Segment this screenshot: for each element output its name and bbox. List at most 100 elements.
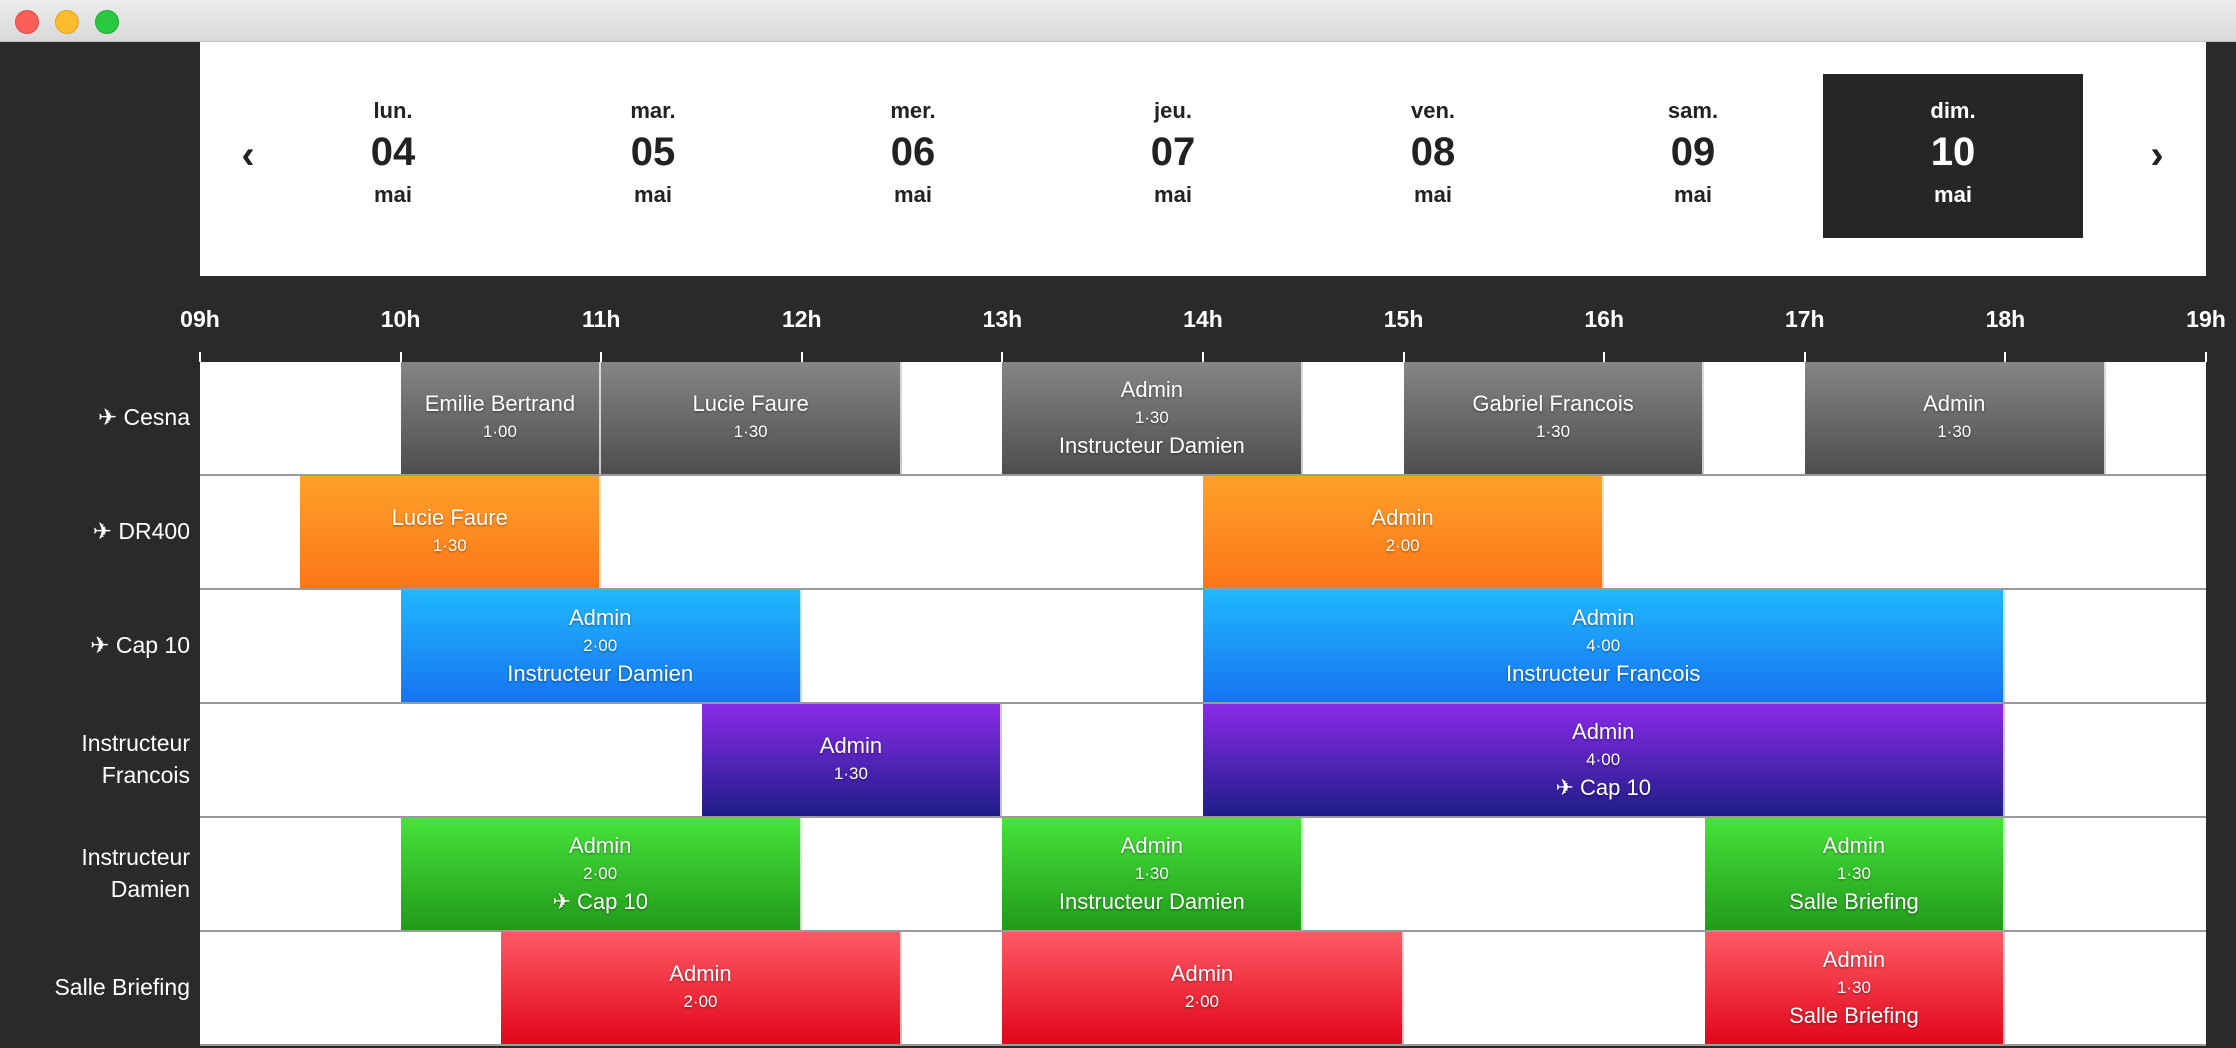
hour-label: 18h xyxy=(1985,306,2026,332)
event-duration: 1·30 xyxy=(833,764,868,783)
event-title: Admin xyxy=(669,961,732,986)
day-06[interactable]: mer. 06 mai xyxy=(783,74,1043,238)
event-duration: 2·00 xyxy=(583,864,618,883)
day-09[interactable]: sam. 09 mai xyxy=(1563,74,1823,238)
hour-tick xyxy=(800,352,803,362)
event-title: Admin xyxy=(1120,833,1184,858)
chevron-left-icon: ‹ xyxy=(241,133,255,177)
resource-label: Instructeur Damien xyxy=(81,844,190,902)
day-month: mai xyxy=(634,182,672,207)
event-duration: 4·00 xyxy=(1586,750,1621,769)
resource-label: ✈ Cap 10 xyxy=(90,632,190,658)
event-title: Admin xyxy=(1822,947,1886,972)
hour-label: 12h xyxy=(781,306,822,332)
event-duration: 1·30 xyxy=(1836,864,1871,883)
day-month: mai xyxy=(1934,182,1972,207)
event-title: Admin xyxy=(819,733,883,758)
event-title: Admin xyxy=(1923,391,1986,416)
booking-event[interactable]: Admin 4·00 ✈ Cap 10 xyxy=(1203,704,2006,816)
day-name: mer. xyxy=(890,98,936,123)
booking-event[interactable]: Admin 1·30 xyxy=(701,704,1003,816)
hour-label: 16h xyxy=(1584,306,1624,332)
hour-label: 09h xyxy=(180,306,220,332)
day-05[interactable]: mar. 05 mai xyxy=(523,74,783,238)
booking-event[interactable]: Lucie Faure 1·30 xyxy=(601,362,903,474)
hour-tick xyxy=(1803,352,1806,362)
hour-tick xyxy=(1001,352,1004,362)
hour-tick xyxy=(2004,352,2007,362)
event-duration: 2·00 xyxy=(1184,992,1219,1011)
maximize-window-button[interactable] xyxy=(95,10,119,34)
event-title: Lucie Faure xyxy=(391,505,508,530)
booking-event[interactable]: Admin 1·30 Instructeur Damien xyxy=(1002,362,1304,474)
event-title: Admin xyxy=(1170,961,1234,986)
day-10[interactable]: dim. 10 mai xyxy=(1823,74,2083,238)
day-month: mai xyxy=(1674,182,1712,207)
event-title: Emilie Bertrand xyxy=(424,391,576,416)
event-title: Admin xyxy=(569,605,632,630)
day-07[interactable]: jeu. 07 mai xyxy=(1043,74,1303,238)
minimize-window-button[interactable] xyxy=(55,10,79,34)
booking-event[interactable]: Admin 1·30 Salle Briefing xyxy=(1704,818,2006,930)
event-subtitle: Instructeur Damien xyxy=(1058,433,1245,458)
event-duration: 1·00 xyxy=(482,422,517,441)
day-08[interactable]: ven. 08 mai xyxy=(1303,74,1563,238)
hour-tick xyxy=(2205,352,2207,362)
day-number: 08 xyxy=(1410,130,1456,174)
booking-event[interactable]: Admin 2·00 xyxy=(1002,932,1404,1044)
event-title: Admin xyxy=(1572,605,1635,630)
booking-event[interactable]: Gabriel Francois 1·30 xyxy=(1403,362,1705,474)
event-title: Admin xyxy=(569,833,632,858)
close-window-button[interactable] xyxy=(15,10,39,34)
event-title: Admin xyxy=(1822,833,1886,858)
day-month: mai xyxy=(894,182,932,207)
event-title: Admin xyxy=(1120,377,1184,402)
chevron-right-icon: › xyxy=(2150,133,2164,177)
hour-tick xyxy=(1603,352,1606,362)
next-week-button[interactable]: › xyxy=(2132,130,2182,180)
day-month: mai xyxy=(374,182,412,207)
hour-tick xyxy=(600,352,603,362)
day-name: lun. xyxy=(373,98,413,123)
hour-tick xyxy=(199,352,201,362)
resource-label: ✈ Cesna xyxy=(97,404,190,430)
booking-event[interactable]: Admin 2·00 xyxy=(1203,476,1605,588)
day-name: ven. xyxy=(1410,98,1456,123)
event-duration: 1·30 xyxy=(1134,864,1169,883)
event-subtitle: Salle Briefing xyxy=(1789,889,1919,914)
hour-tick xyxy=(399,352,402,362)
resource-label: Instructeur Francois xyxy=(81,730,190,788)
booking-event[interactable]: Admin 2·00 Instructeur Damien xyxy=(400,590,802,702)
week-header: ‹ lun. 04 mai mar. 05 mai mer. 06 mai jeu. 07 mai ve… xyxy=(200,42,2206,276)
booking-event[interactable]: Lucie Faure 1·30 xyxy=(300,476,602,588)
event-duration: 1·30 xyxy=(1836,978,1871,997)
booking-event[interactable]: Admin 4·00 Instructeur Francois xyxy=(1203,590,2006,702)
resource-label: ✈ DR400 xyxy=(92,518,190,544)
booking-event[interactable]: Admin 1·30 Salle Briefing xyxy=(1704,932,2006,1044)
event-duration: 2·00 xyxy=(583,636,618,655)
hour-tick xyxy=(1202,352,1204,362)
day-04[interactable]: lun. 04 mai xyxy=(263,74,523,238)
event-duration: 1·30 xyxy=(1937,422,1972,441)
schedule-grid: Emilie Bertrand 1·00 Lucie Faure 1·30 Admin 1… xyxy=(200,362,2206,1046)
hour-label: 17h xyxy=(1784,306,1825,332)
booking-event[interactable]: Admin 2·00 ✈ Cap 10 xyxy=(400,818,802,930)
booking-event[interactable]: Admin 1·30 Instructeur Damien xyxy=(1002,818,1304,930)
booking-event[interactable]: Admin 2·00 xyxy=(500,932,903,1044)
hour-tick xyxy=(1402,352,1405,362)
day-name: jeu. xyxy=(1154,98,1192,123)
hour-label: 10h xyxy=(380,306,421,332)
day-number: 10 xyxy=(1930,130,1976,174)
event-title: Gabriel Francois xyxy=(1472,391,1634,416)
event-subtitle: Instructeur Francois xyxy=(1505,661,1701,686)
event-duration: 1·30 xyxy=(1134,408,1169,427)
resource-label: Salle Briefing xyxy=(54,974,190,1000)
day-number: 04 xyxy=(370,130,416,174)
event-title: Admin xyxy=(1572,719,1635,744)
booking-event[interactable]: Emilie Bertrand 1·00 xyxy=(400,362,602,474)
window-titlebar xyxy=(0,0,2236,42)
day-month: mai xyxy=(1154,182,1192,207)
hour-label: 11h xyxy=(582,306,621,332)
event-subtitle: Instructeur Damien xyxy=(507,661,694,686)
booking-event[interactable]: Admin 1·30 xyxy=(1804,362,2106,474)
